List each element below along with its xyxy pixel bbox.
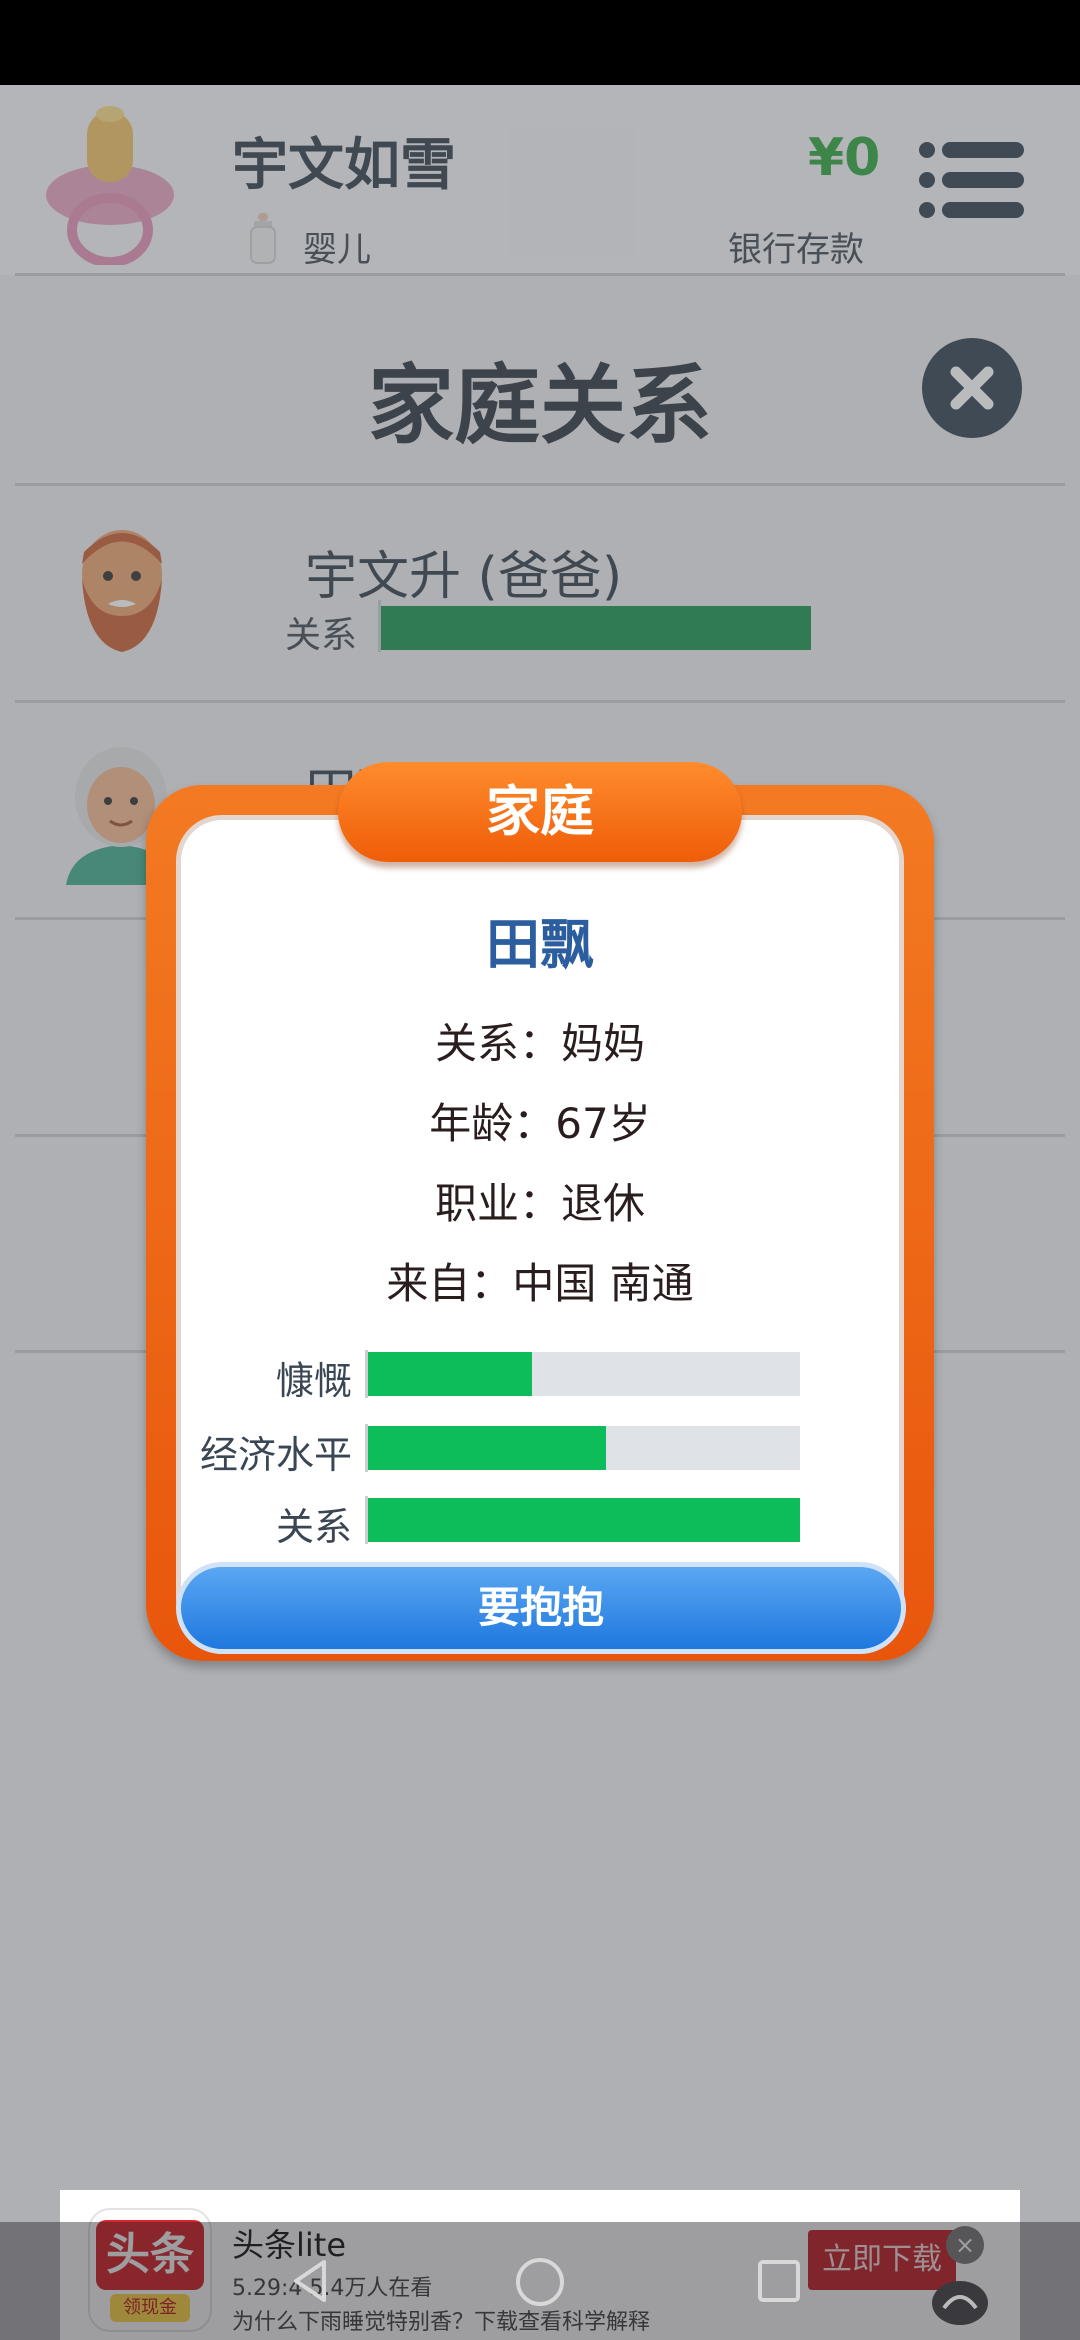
stat-bar-wealth	[368, 1426, 800, 1470]
home-icon[interactable]	[514, 2256, 566, 2308]
stat-fill-wealth	[368, 1426, 606, 1470]
relation-line: 关系：妈妈	[434, 1019, 645, 1068]
status-bar	[0, 0, 1080, 85]
person-name: 田飘	[486, 913, 594, 976]
hug-button[interactable]: 要抱抱	[176, 1562, 906, 1654]
assistant-icon[interactable]	[930, 2278, 990, 2328]
origin-line: 来自：中国 南通	[386, 1259, 694, 1308]
popup-tab-title: 家庭	[338, 762, 742, 862]
stat-fill-generosity	[368, 1352, 533, 1396]
back-icon[interactable]	[290, 2258, 330, 2304]
stat-label-generosity: 慷慨	[275, 1359, 352, 1403]
stat-label-wealth: 经济水平	[199, 1433, 352, 1477]
stat-bar-relation	[368, 1498, 800, 1542]
stat-label-relation: 关系	[275, 1505, 352, 1549]
navigation-bar	[0, 2222, 1080, 2340]
occupation-line: 职业：退休	[434, 1179, 645, 1228]
recents-icon[interactable]	[756, 2258, 802, 2304]
stat-bar-generosity	[368, 1352, 800, 1396]
age-line: 年龄：67岁	[429, 1099, 651, 1148]
stat-fill-relation	[368, 1498, 800, 1542]
